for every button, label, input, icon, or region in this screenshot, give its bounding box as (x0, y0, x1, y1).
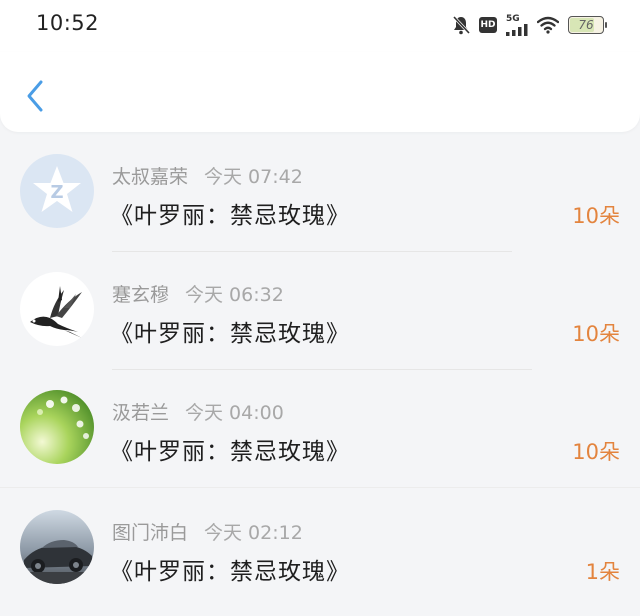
list-item[interactable]: 汲若兰 今天 04:00 《叶罗丽：禁忌玫瑰》 10朵 (0, 372, 640, 488)
avatar[interactable] (20, 510, 94, 584)
avatar[interactable] (20, 272, 94, 346)
divider (0, 487, 640, 488)
avatar[interactable]: Z (20, 154, 94, 228)
gift-count: 10朵 (572, 440, 620, 464)
status-bar: 10:52 HD 5G 76 (0, 0, 640, 52)
sender-name: 蹇玄穆 (112, 284, 170, 306)
divider (112, 251, 512, 252)
avatar[interactable] (20, 390, 94, 464)
book-title: 《叶罗丽：禁忌玫瑰》 (110, 439, 350, 465)
battery-icon: 76 (568, 16, 607, 34)
status-time: 10:52 (36, 11, 100, 35)
row-meta: 图门沛白 今天 02:12 (112, 518, 303, 545)
sender-name: 图门沛白 (112, 522, 189, 544)
list-item[interactable]: 图门沛白 今天 02:12 《叶罗丽：禁忌玫瑰》 1朵 (0, 492, 640, 608)
gift-time: 今天 02:12 (204, 522, 303, 544)
row-meta: 蹇玄穆 今天 06:32 (112, 280, 284, 307)
list-item[interactable]: 蹇玄穆 今天 06:32 《叶罗丽：禁忌玫瑰》 10朵 (0, 254, 640, 370)
gift-count: 1朵 (585, 560, 620, 584)
row-meta: 太叔嘉荣 今天 07:42 (112, 162, 303, 189)
network-type-label: 5G (506, 13, 520, 24)
qq-default-avatar-icon: Z (20, 154, 94, 228)
sender-name: 汲若兰 (112, 402, 170, 424)
gift-time: 今天 04:00 (185, 402, 284, 424)
book-title: 《叶罗丽：禁忌玫瑰》 (110, 559, 350, 585)
sender-name: 太叔嘉荣 (112, 166, 189, 188)
wifi-icon (537, 16, 559, 34)
status-icons: HD 5G 76 (452, 12, 607, 38)
bell-muted-icon (452, 15, 470, 35)
book-title: 《叶罗丽：禁忌玫瑰》 (110, 321, 350, 347)
gift-count: 10朵 (572, 322, 620, 346)
back-button[interactable] (18, 76, 52, 116)
row-meta: 汲若兰 今天 04:00 (112, 398, 284, 425)
list-item[interactable]: Z 太叔嘉荣 今天 07:42 《叶罗丽：禁忌玫瑰》 10朵 (0, 136, 640, 252)
top-nav-bar (0, 52, 640, 132)
signal-icon: 5G (506, 13, 528, 36)
divider (112, 369, 532, 370)
gift-time: 今天 07:42 (204, 166, 303, 188)
battery-percent: 76 (578, 18, 594, 32)
gift-time: 今天 06:32 (185, 284, 284, 306)
car-avatar-icon (20, 510, 94, 584)
swallow-avatar-icon (20, 272, 94, 346)
hd-icon: HD (479, 17, 497, 33)
book-title: 《叶罗丽：禁忌玫瑰》 (110, 203, 350, 229)
svg-text:Z: Z (50, 182, 63, 203)
green-flowers-avatar-icon (20, 390, 94, 464)
gift-count: 10朵 (572, 204, 620, 228)
chevron-left-icon (27, 80, 43, 112)
